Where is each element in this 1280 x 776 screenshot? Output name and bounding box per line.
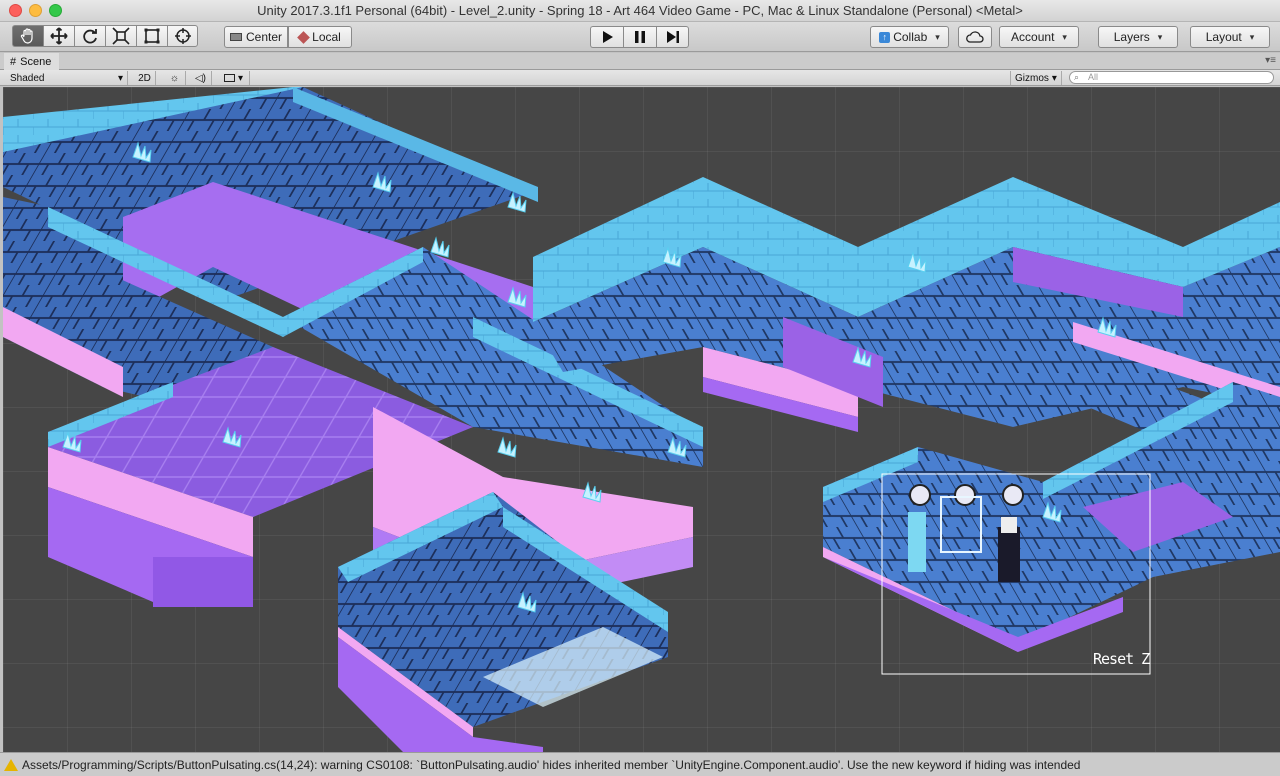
play-icon bbox=[603, 31, 613, 43]
scale-icon bbox=[112, 27, 130, 45]
transform-tool-button[interactable] bbox=[167, 25, 198, 47]
toggle-2d-label: 2D bbox=[138, 72, 151, 84]
scene-view-bar: Shaded ▾ 2D ☼ ◁) ▾ Gizmos ▾ ⌕ All bbox=[0, 70, 1280, 86]
tab-strip: # Scene ▾≡ bbox=[0, 53, 1280, 70]
search-placeholder: All bbox=[1088, 72, 1099, 82]
chevron-down-icon: ▾ bbox=[237, 72, 244, 84]
warning-icon bbox=[4, 758, 18, 771]
pivot-label: Center bbox=[245, 30, 283, 44]
image-icon bbox=[223, 74, 235, 82]
cloud-icon bbox=[966, 31, 984, 43]
cloud-upload-icon: ↑ bbox=[879, 31, 891, 43]
layout-dropdown[interactable]: Layout bbox=[1190, 26, 1270, 48]
draw-mode-label: Shaded bbox=[10, 72, 45, 84]
rotate-tool-button[interactable] bbox=[74, 25, 105, 47]
rect-transform-icon bbox=[144, 28, 160, 44]
scene-tab-label: Scene bbox=[20, 55, 52, 68]
window-title: Unity 2017.3.1f1 Personal (64bit) - Leve… bbox=[257, 3, 1023, 18]
toggle-2d-button[interactable]: 2D bbox=[134, 71, 156, 85]
rotate-icon bbox=[83, 29, 97, 44]
hand-icon bbox=[20, 28, 33, 44]
collab-label: Collab bbox=[893, 30, 928, 44]
effects-dropdown[interactable]: ▾ bbox=[218, 71, 250, 85]
status-message: Assets/Programming/Scripts/ButtonPulsati… bbox=[22, 757, 1081, 772]
gizmos-dropdown[interactable]: Gizmos ▾ bbox=[1010, 71, 1062, 85]
cloud-services-button[interactable] bbox=[958, 26, 992, 48]
collab-dropdown[interactable]: ↑ Collab bbox=[870, 26, 949, 48]
layers-label: Layers bbox=[1113, 30, 1150, 44]
pivot-icon bbox=[229, 33, 242, 41]
level-geometry bbox=[3, 87, 1280, 752]
hand-tool-button[interactable] bbox=[12, 25, 43, 47]
cow-head-icons bbox=[909, 484, 1024, 506]
account-dropdown[interactable]: Account bbox=[999, 26, 1079, 48]
speaker-icon: ◁) bbox=[194, 72, 207, 84]
space-local-button[interactable]: Local bbox=[288, 26, 352, 48]
selected-object-label: Reset Z bbox=[1093, 650, 1150, 668]
account-label: Account bbox=[1011, 30, 1055, 44]
main-toolbar: Center Local ↑ Collab Account Layers Lay… bbox=[0, 22, 1280, 52]
cube-icon bbox=[297, 30, 311, 44]
title-bar: Unity 2017.3.1f1 Personal (64bit) - Leve… bbox=[0, 0, 1280, 22]
scale-tool-button[interactable] bbox=[105, 25, 136, 47]
pause-icon bbox=[635, 31, 645, 43]
lighting-toggle[interactable]: ☼ bbox=[164, 71, 186, 85]
pause-button[interactable] bbox=[623, 26, 656, 48]
tab-menu-icon[interactable]: ▾≡ bbox=[1265, 55, 1276, 66]
chevron-down-icon: ▾ bbox=[117, 72, 123, 84]
play-button[interactable] bbox=[590, 26, 623, 48]
search-icon: ⌕ bbox=[1074, 72, 1080, 82]
step-icon bbox=[666, 31, 679, 43]
rect-tool-button[interactable] bbox=[136, 25, 167, 47]
gizmos-label: Gizmos bbox=[1015, 72, 1049, 84]
console-status-bar[interactable]: Assets/Programming/Scripts/ButtonPulsati… bbox=[0, 752, 1280, 776]
layout-label: Layout bbox=[1205, 30, 1242, 44]
scene-viewport[interactable]: Reset Z bbox=[3, 87, 1280, 752]
step-button[interactable] bbox=[656, 26, 689, 48]
scene-search-input[interactable]: ⌕ All bbox=[1069, 71, 1274, 84]
move-tool-button[interactable] bbox=[43, 25, 74, 47]
audio-toggle[interactable]: ◁) bbox=[190, 71, 212, 85]
sun-icon: ☼ bbox=[169, 72, 180, 84]
transform-icon bbox=[174, 28, 191, 44]
chevron-down-icon: ▾ bbox=[1051, 72, 1057, 84]
tab-scene[interactable]: # Scene bbox=[4, 53, 60, 70]
move-arrows-icon bbox=[50, 27, 68, 45]
pivot-center-button[interactable]: Center bbox=[224, 26, 288, 48]
draw-mode-dropdown[interactable]: Shaded ▾ bbox=[6, 71, 128, 85]
layers-dropdown[interactable]: Layers bbox=[1098, 26, 1178, 48]
grid-icon: # bbox=[10, 55, 17, 68]
space-label: Local bbox=[312, 30, 341, 44]
